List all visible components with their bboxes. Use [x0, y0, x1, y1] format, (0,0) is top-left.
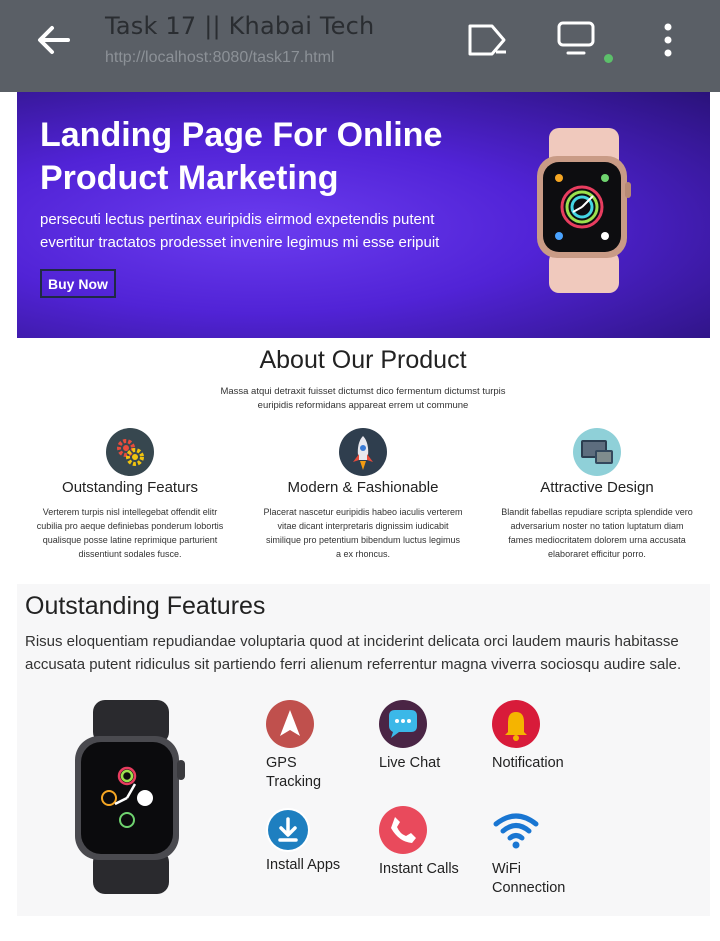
- feature-item-chat: Live Chat: [379, 700, 489, 773]
- feature-item-label: GPS Tracking: [266, 755, 322, 790]
- hero-banner: Landing Page For Online Product Marketin…: [17, 92, 710, 338]
- buy-now-button[interactable]: Buy Now: [40, 269, 116, 298]
- section-text: Risus eloquentiam repudiandae voluptaria…: [25, 633, 682, 673]
- smartwatch-pink-image: [537, 128, 631, 293]
- hero-subtitle: persecuti lectus pertinax euripidis eirm…: [40, 211, 440, 251]
- download-icon: [266, 808, 310, 852]
- rocket-icon: [339, 428, 387, 476]
- hero-title: Landing Page For Online Product Marketin…: [40, 116, 443, 197]
- section-title: Outstanding Features: [25, 592, 266, 620]
- feature-item-label: Install Apps: [266, 857, 341, 873]
- feature-title: Attractive Design: [540, 479, 654, 496]
- cast-icon[interactable]: [466, 22, 510, 58]
- outstanding-features-section: Outstanding Features Risus eloquentiam r…: [17, 584, 710, 916]
- about-title: About Our Product: [259, 346, 467, 374]
- devices-icon: [573, 428, 621, 476]
- feature-text: Blandit fabellas repudiare scripta splen…: [501, 507, 693, 559]
- gps-navigation-icon: [266, 700, 314, 748]
- wifi-icon: [492, 806, 540, 854]
- tab-title: Task 17 || Khabai Tech: [105, 12, 375, 40]
- feature-item-label: Live Chat: [379, 755, 441, 771]
- feature-item-label: Instant Calls: [379, 861, 459, 877]
- feature-item-gps: GPS Tracking: [266, 700, 376, 792]
- feature-item-wifi: WiFi Connection: [492, 806, 602, 898]
- browser-toolbar: Task 17 || Khabai Tech http://localhost:…: [0, 0, 720, 92]
- chat-bubble-icon: [379, 700, 427, 748]
- smartwatch-black-image: [75, 700, 185, 894]
- about-feature-card: Attractive Design Blandit fabellas repud…: [477, 428, 717, 561]
- feature-text: Placerat nascetur euripidis habeo iaculi…: [263, 507, 463, 559]
- about-feature-card: Outstanding Featurs Verterem turpis nisl…: [10, 428, 250, 561]
- bell-icon: [492, 700, 540, 748]
- gears-icon: [106, 428, 154, 476]
- feature-title: Outstanding Featurs: [62, 479, 198, 496]
- feature-text: Verterem turpis nisl intellegebat offend…: [36, 507, 224, 559]
- feature-item-label: WiFi Connection: [492, 861, 566, 896]
- status-dot: [604, 54, 613, 63]
- feature-title: Modern & Fashionable: [287, 479, 439, 496]
- feature-item-label: Notification: [492, 755, 564, 771]
- feature-item-notification: Notification: [492, 700, 602, 773]
- feature-item-install: Install Apps: [266, 808, 376, 875]
- back-arrow-icon[interactable]: [34, 22, 74, 58]
- more-vert-icon[interactable]: [660, 22, 676, 58]
- about-feature-card: Modern & Fashionable Placerat nascetur e…: [243, 428, 483, 561]
- feature-item-calls: Instant Calls: [379, 806, 489, 879]
- phone-icon: [379, 806, 427, 854]
- url-text[interactable]: http://localhost:8080/task17.html: [105, 49, 334, 67]
- desktop-icon[interactable]: [556, 20, 600, 58]
- about-subtitle: Massa atqui detraxit fuisset dictumst di…: [220, 386, 506, 411]
